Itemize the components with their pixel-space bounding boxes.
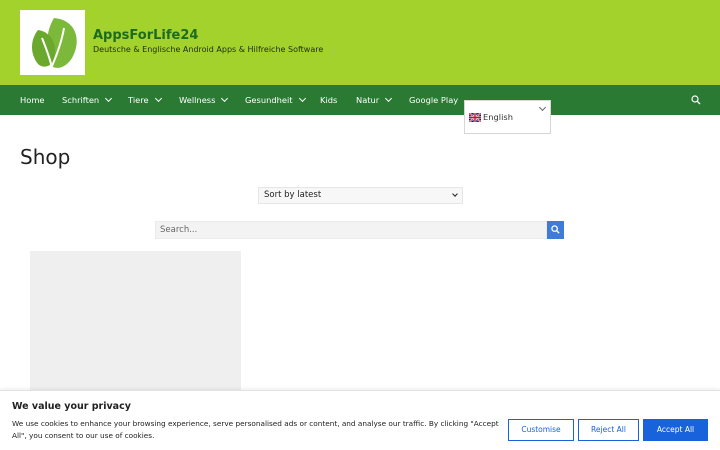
chevron-down-icon — [538, 103, 547, 112]
search-icon — [551, 225, 560, 234]
site-header: AppsForLife24 Deutsche & Englische Andro… — [0, 0, 720, 85]
chevron-down-icon — [105, 94, 113, 103]
site-description: Deutsche & Englische Android Apps & Hilf… — [93, 45, 324, 54]
product-image-placeholder[interactable] — [30, 251, 241, 401]
cookie-text: We use cookies to enhance your browsing … — [12, 419, 499, 440]
accept-all-button[interactable]: Accept All — [643, 419, 708, 441]
nav-item-gesundheit[interactable]: Gesundheit — [245, 85, 306, 115]
uk-flag-icon — [469, 113, 481, 122]
page-title: Shop — [20, 145, 71, 169]
nav-item-kids[interactable]: Kids — [320, 85, 337, 115]
reject-all-button[interactable]: Reject All — [578, 419, 639, 441]
cookie-title: We value your privacy — [12, 401, 131, 412]
search-icon[interactable] — [691, 95, 701, 105]
search-input[interactable]: Search... — [155, 221, 547, 239]
search-submit-button[interactable] — [547, 221, 564, 239]
nav-item-home[interactable]: Home — [20, 85, 45, 115]
language-switcher[interactable]: English — [464, 100, 551, 134]
nav-item-label: Schriften — [62, 95, 100, 105]
nav-item-label: Gesundheit — [245, 95, 293, 105]
nav-item-label: Wellness — [179, 95, 216, 105]
nav-item-label: Kids — [320, 95, 338, 105]
nav-item-schriften[interactable]: Schriften — [62, 85, 113, 115]
nav-item-label: Natur — [356, 95, 380, 105]
site-title[interactable]: AppsForLife24 — [93, 28, 198, 43]
chevron-down-icon — [221, 94, 229, 103]
language-label: English — [483, 112, 513, 122]
cookie-consent-banner: We value your privacy We use cookies to … — [0, 390, 720, 450]
sort-select-value: Sort by latest — [264, 190, 322, 200]
chevron-down-icon — [452, 191, 458, 197]
nav-item-label: Google Play — [409, 95, 459, 105]
nav-item-label: Tiere — [128, 95, 149, 105]
leaf-logo-icon — [32, 18, 77, 69]
nav-item-google-play[interactable]: Google Play — [409, 85, 458, 115]
nav-item-tiere[interactable]: Tiere — [128, 85, 162, 115]
chevron-down-icon — [154, 94, 162, 103]
customise-button[interactable]: Customise — [508, 419, 574, 441]
chevron-down-icon — [385, 94, 393, 103]
nav-item-wellness[interactable]: Wellness — [179, 85, 229, 115]
nav-item-natur[interactable]: Natur — [356, 85, 393, 115]
main-navigation: Home Schriften Tiere Wellness Gesundheit… — [0, 85, 720, 115]
site-logo[interactable] — [20, 10, 85, 75]
chevron-down-icon — [298, 94, 306, 103]
sort-select[interactable]: Sort by latest — [258, 187, 463, 204]
nav-item-label: Home — [20, 95, 45, 105]
search-placeholder: Search... — [160, 225, 198, 235]
